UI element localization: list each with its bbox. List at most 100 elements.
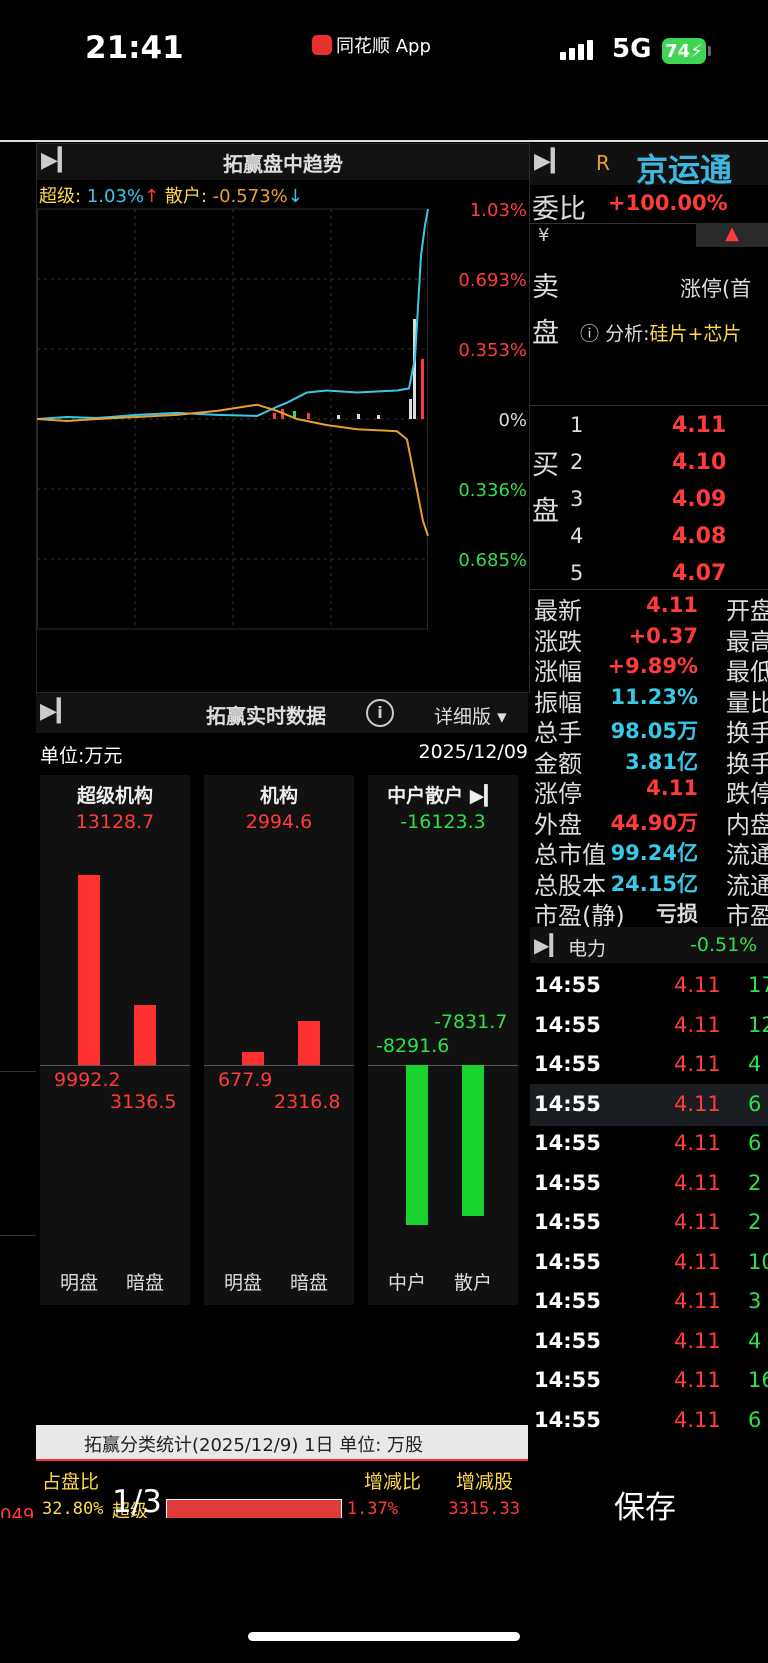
divider — [530, 589, 768, 590]
sector-bar[interactable]: ▶▎ 电力 -0.51% — [530, 927, 768, 963]
stats-fill-bar — [166, 1499, 342, 1518]
bid-price[interactable]: 4.11 — [672, 413, 726, 438]
volume-bar — [357, 414, 360, 419]
network-type: 5G — [612, 34, 652, 64]
axis-tick-label: 0% — [498, 410, 527, 431]
stats-pct: 32.80% — [42, 1499, 104, 1518]
chevron-up-icon[interactable]: ▲ — [696, 223, 768, 247]
tick-time: 14:55 — [534, 1131, 601, 1155]
tick-row[interactable]: 14:55 4.11 16 — [530, 1360, 768, 1402]
tick-price: 4.11 — [674, 973, 721, 997]
analysis-line[interactable]: ⓘ 分析:硅片+芯片 — [580, 319, 741, 346]
tick-time: 14:55 — [534, 1407, 601, 1432]
stock-name[interactable]: 京运通 — [636, 145, 732, 191]
tick-row[interactable]: 14:55 4.11 6 — [530, 1400, 768, 1442]
tick-row[interactable]: 14:55 4.11 10 — [530, 1242, 768, 1284]
volume-bar — [307, 413, 310, 419]
flow-bar-b — [462, 1065, 484, 1217]
volume-bar — [377, 415, 380, 419]
detail-version-dropdown[interactable]: 详细版 ▾ — [434, 702, 507, 729]
trend-title: 拓赢盘中趋势 — [223, 152, 343, 176]
bid-level: 4 — [570, 524, 584, 548]
volume-bar — [273, 413, 276, 419]
analysis-label: 分析: — [605, 323, 650, 345]
quote-value: 4.11 — [646, 776, 698, 800]
tick-row[interactable]: 14:55 4.11 2 — [530, 1202, 768, 1244]
app-indicator[interactable]: 同花顺 App — [312, 32, 431, 58]
limit-status: 涨停(首 — [680, 277, 752, 301]
trend-chart: 1.03% 0.693% 0.353% 0% 0.336% 0.685% — [37, 200, 527, 630]
r-tag: R — [596, 151, 610, 175]
collapse-icon[interactable]: ▶▎ — [40, 699, 74, 724]
bid-price[interactable]: 4.10 — [672, 450, 726, 475]
col-change-ratio-header: 增减比 — [364, 1471, 422, 1493]
axis-tick-label: 0.693% — [458, 270, 527, 291]
tick-price: 4.11 — [674, 1012, 721, 1037]
bar-a-label: 9992.2 — [54, 1069, 121, 1091]
quote-value: +0.37 — [628, 623, 698, 648]
bid-level: 5 — [570, 561, 584, 585]
tick-row[interactable]: 14:55 4.11 2 — [530, 1163, 768, 1205]
stats-title: 拓赢分类统计(2025/12/9) 1日 单位: 万股 — [84, 1435, 424, 1456]
tick-row[interactable]: 14:55 4.11 6 — [530, 1083, 768, 1126]
page-indicator: 1/3 — [112, 1484, 162, 1520]
quote-value: 3.81亿 — [625, 749, 698, 774]
axis-tick-label: 0.685% — [458, 550, 527, 571]
bar-b-label: -7831.7 — [434, 1011, 508, 1033]
tick-time: 14:55 — [534, 1170, 601, 1195]
bid-level: 1 — [570, 413, 584, 437]
flow-column-super: 超级机构 13128.7 9992.2 3136.5 明盘 暗盘 — [40, 775, 190, 1305]
signal-icon — [560, 40, 593, 60]
stats-change: 1.37% — [346, 1499, 398, 1518]
flow-bar-b — [134, 1005, 156, 1065]
stats-row: 32.80% 超级 1.37% 3315.33 — [36, 1493, 528, 1518]
battery-level: 74 — [665, 40, 691, 62]
bid-price[interactable]: 4.07 — [672, 561, 726, 586]
info-icon[interactable]: i — [366, 699, 394, 727]
zero-baseline — [368, 1065, 518, 1066]
collapse-icon[interactable]: ▶▎ — [534, 933, 565, 957]
tick-volume: 16 — [748, 1368, 768, 1392]
tick-price: 4.11 — [674, 1210, 721, 1234]
home-indicator[interactable] — [248, 1632, 520, 1641]
tick-price: 4.11 — [674, 1368, 721, 1392]
sector-change: -0.51% — [690, 934, 758, 956]
category-label: 明盘 — [224, 1272, 263, 1294]
column-title: 机构 — [259, 785, 298, 807]
detail-version-label: 详细版 — [434, 706, 492, 728]
intraday-trend-panel: ▶▎ 拓赢盘中趋势 超级: 1.03%↑ 散户: -0.573%↓ 1.03% 0… — [36, 143, 530, 693]
tick-price: 4.11 — [674, 1407, 721, 1432]
tick-volume: 4 — [748, 1328, 762, 1353]
category-stats-panel: 拓赢分类统计(2025/12/9) 1日 单位: 万股 占盘比 增减比 增减股 … — [36, 1425, 528, 1518]
quote-value: 44.90万 — [610, 810, 698, 835]
save-button[interactable]: 保存 — [614, 1482, 676, 1527]
tick-row[interactable]: 14:55 4.11 12 — [530, 1005, 768, 1047]
buy-label: 买盘 — [532, 450, 559, 527]
bid-price[interactable]: 4.08 — [672, 524, 726, 549]
tick-time: 14:55 — [534, 1328, 601, 1353]
tick-row[interactable]: 14:55 4.11 6 — [530, 1123, 768, 1165]
tick-row[interactable]: 14:55 4.11 17 — [530, 965, 768, 1007]
tick-row[interactable]: 14:55 4.11 3 — [530, 1281, 768, 1323]
column-title: 中户散户 ▶▎ — [387, 785, 499, 807]
viewer-bottom-bar — [0, 1518, 768, 1663]
category-label: 明盘 — [60, 1272, 99, 1294]
axis-tick-label: 0.353% — [458, 340, 527, 361]
tick-row[interactable]: 14:55 4.11 4 — [530, 1321, 768, 1363]
tick-time: 14:55 — [534, 973, 601, 997]
sliver-divider — [0, 1235, 36, 1236]
bid-price[interactable]: 4.09 — [672, 487, 726, 512]
category-label: 暗盘 — [290, 1272, 329, 1294]
unit-label: 单位:万元 — [40, 745, 123, 767]
tick-volume: 6 — [748, 1131, 762, 1155]
tick-time: 14:55 — [534, 1289, 601, 1313]
chevron-down-icon: ▾ — [497, 706, 507, 728]
volume-bar — [421, 359, 424, 419]
tick-price: 4.11 — [674, 1131, 721, 1155]
collapse-icon[interactable]: ▶▎ — [534, 149, 568, 174]
tick-row[interactable]: 14:55 4.11 4 — [530, 1044, 768, 1086]
category-label: 中户 — [388, 1272, 427, 1294]
tick-time: 14:55 — [534, 1368, 601, 1392]
stats-divider — [36, 1459, 528, 1461]
tick-volume: 3 — [748, 1289, 762, 1313]
